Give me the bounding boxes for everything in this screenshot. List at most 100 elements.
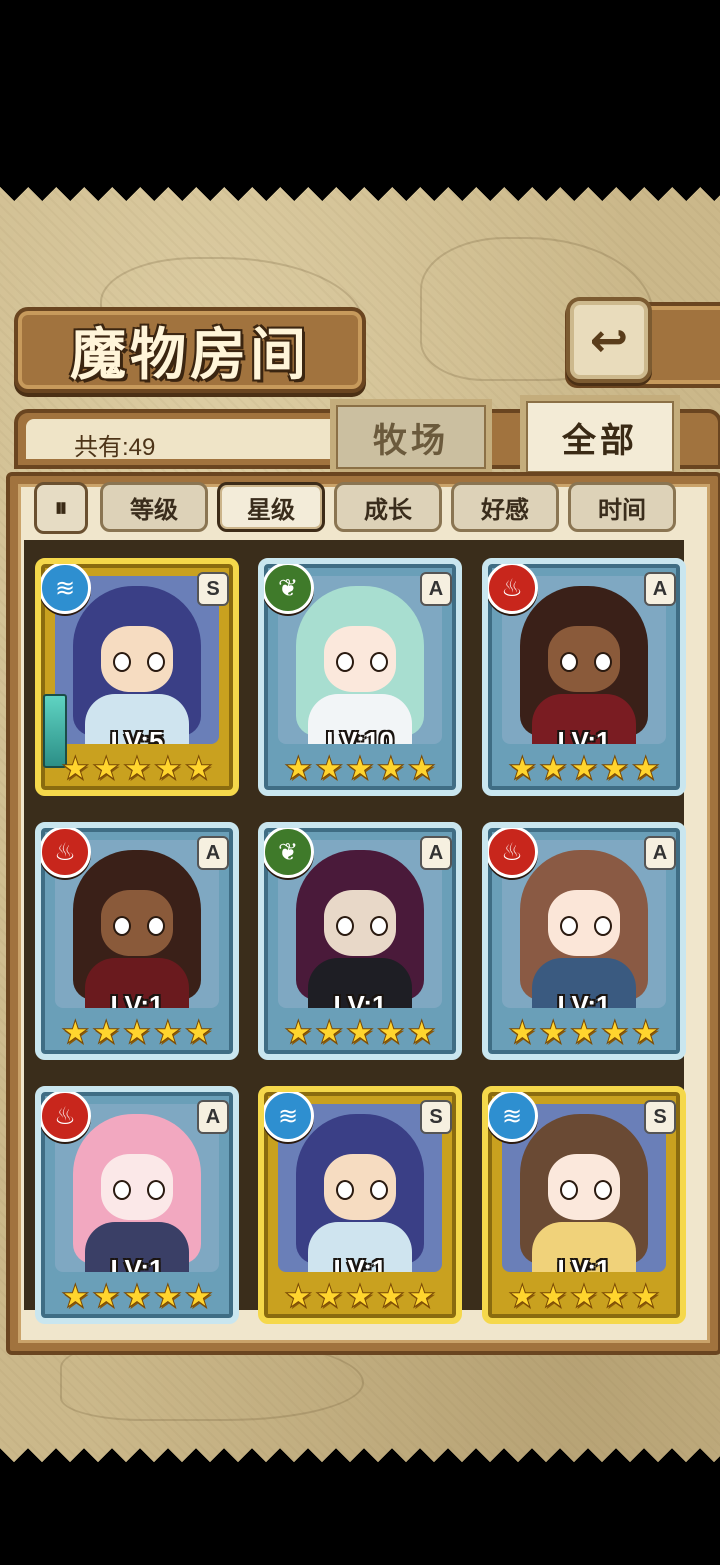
star-icon: ★	[314, 1013, 344, 1051]
title-plate: 魔物房间	[14, 307, 366, 393]
star-icon: ★	[122, 749, 152, 787]
star-rating: ★ ★ ★ ★ ★	[284, 1277, 437, 1315]
monster-level: LV:10	[326, 726, 394, 744]
star-icon: ★	[91, 1277, 121, 1315]
sort-order-toggle[interactable]: ⏸	[34, 482, 88, 534]
star-icon: ★	[284, 1013, 314, 1051]
star-icon: ★	[345, 1013, 375, 1051]
fire-element-icon: ♨	[488, 828, 538, 878]
star-icon: ★	[61, 1277, 91, 1315]
monster-eye	[113, 652, 131, 672]
page-title: 魔物房间	[70, 321, 310, 388]
monster-eye	[113, 916, 131, 936]
monster-card[interactable]: LV:1 ♨ A ★ ★ ★ ★ ★	[35, 822, 239, 1060]
star-icon: ★	[376, 749, 406, 787]
monster-eye	[336, 652, 354, 672]
monster-card[interactable]: LV:1 ♨ A ★ ★ ★ ★ ★	[482, 822, 686, 1060]
rank-badge: S	[197, 572, 229, 606]
monster-eye	[560, 1180, 578, 1200]
star-icon: ★	[153, 749, 183, 787]
sort-time-button[interactable]: 时间	[568, 482, 676, 532]
rank-badge: S	[644, 1100, 676, 1134]
star-icon: ★	[122, 1013, 152, 1051]
monster-card[interactable]: LV:1 ♨ A ★ ★ ★ ★ ★	[482, 558, 686, 796]
star-icon: ★	[569, 1013, 599, 1051]
star-icon: ★	[538, 1277, 568, 1315]
star-icon: ★	[508, 1277, 538, 1315]
star-icon: ★	[569, 749, 599, 787]
star-icon: ★	[407, 749, 437, 787]
total-count: 共有:49	[74, 434, 156, 461]
monster-eye	[336, 1180, 354, 1200]
monster-card[interactable]: LV:10 ❦ A ★ ★ ★ ★ ★	[258, 558, 462, 796]
monster-card[interactable]: LV:1 ≋ S ★ ★ ★ ★ ★	[482, 1086, 686, 1324]
count-background: 共有:49	[26, 419, 346, 461]
monster-eye	[113, 1180, 131, 1200]
star-icon: ★	[153, 1277, 183, 1315]
star-icon: ★	[600, 749, 630, 787]
star-icon: ★	[538, 1013, 568, 1051]
star-icon: ★	[631, 1277, 661, 1315]
monster-level: LV:1	[333, 1254, 387, 1272]
star-icon: ★	[345, 749, 375, 787]
star-rating: ★ ★ ★ ★ ★	[284, 749, 437, 787]
star-icon: ★	[538, 749, 568, 787]
monster-level: LV:1	[110, 990, 164, 1008]
monster-level: LV:1	[557, 990, 611, 1008]
star-icon: ★	[631, 749, 661, 787]
torn-edge-bottom	[0, 1432, 720, 1462]
monster-card[interactable]: LV:1 ❦ A ★ ★ ★ ★ ★	[258, 822, 462, 1060]
rank-badge: A	[420, 572, 452, 606]
star-icon: ★	[508, 749, 538, 787]
star-icon: ★	[631, 1013, 661, 1051]
monster-level: LV:1	[110, 1254, 164, 1272]
star-icon: ★	[184, 1013, 214, 1051]
star-icon: ★	[122, 1277, 152, 1315]
tab-all[interactable]: 全部	[520, 395, 680, 479]
sort-affection-button[interactable]: 好感	[451, 482, 559, 532]
tab-farm[interactable]: 牧场	[330, 399, 492, 475]
rank-badge: A	[644, 572, 676, 606]
monster-eye	[147, 652, 165, 672]
star-rating: ★ ★ ★ ★ ★	[61, 1277, 214, 1315]
rank-badge: A	[644, 836, 676, 870]
monster-eye	[594, 916, 612, 936]
star-icon: ★	[508, 1013, 538, 1051]
star-icon: ★	[184, 749, 214, 787]
star-icon: ★	[600, 1277, 630, 1315]
star-rating: ★ ★ ★ ★ ★	[284, 1013, 437, 1051]
fire-element-icon: ♨	[488, 564, 538, 614]
monster-card[interactable]: LV:1 ≋ S ★ ★ ★ ★ ★	[258, 1086, 462, 1324]
monster-eye	[147, 916, 165, 936]
monster-eye	[336, 916, 354, 936]
sort-level-button[interactable]: 等级	[100, 482, 208, 532]
monster-level: LV:1	[557, 1254, 611, 1272]
star-icon: ★	[284, 1277, 314, 1315]
monster-eye	[560, 652, 578, 672]
star-icon: ★	[376, 1277, 406, 1315]
star-icon: ★	[91, 749, 121, 787]
monster-eye	[560, 916, 578, 936]
sort-growth-button[interactable]: 成长	[334, 482, 442, 532]
star-icon: ★	[407, 1013, 437, 1051]
back-button[interactable]: ↩	[566, 297, 652, 383]
star-icon: ★	[284, 749, 314, 787]
water-element-icon: ≋	[41, 564, 91, 614]
rank-badge: A	[197, 1100, 229, 1134]
sort-star-button[interactable]: 星级	[217, 482, 325, 532]
star-icon: ★	[600, 1013, 630, 1051]
star-rating: ★ ★ ★ ★ ★	[508, 1277, 661, 1315]
monster-level: LV:1	[557, 726, 611, 744]
monster-eye	[370, 1180, 388, 1200]
water-element-icon: ≋	[264, 1092, 314, 1142]
monster-card[interactable]: LV:1 ♨ A ★ ★ ★ ★ ★	[35, 1086, 239, 1324]
rank-badge: S	[420, 1100, 452, 1134]
monster-eye	[370, 916, 388, 936]
monster-level: LV:5	[110, 726, 164, 744]
monster-card[interactable]: LV:5 ≋ S ★ ★ ★ ★ ★	[35, 558, 239, 796]
star-icon: ★	[345, 1277, 375, 1315]
star-rating: ★ ★ ★ ★ ★	[508, 749, 661, 787]
star-icon: ★	[91, 1013, 121, 1051]
sort-bar: ⏸ 等级 星级 成长 好感 时间	[28, 482, 688, 534]
star-rating: ★ ★ ★ ★ ★	[61, 1013, 214, 1051]
